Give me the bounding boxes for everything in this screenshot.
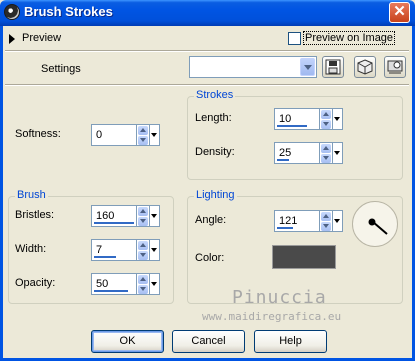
dropdown-arrow-icon[interactable] <box>333 142 343 164</box>
color-label: Color: <box>195 252 225 264</box>
dropdown-arrow-icon[interactable] <box>333 108 343 130</box>
reset-button[interactable] <box>354 56 376 78</box>
checkbox-label[interactable]: Preview on Image <box>303 31 396 45</box>
density-stepper[interactable]: 25 <box>274 142 344 164</box>
decrement-icon[interactable] <box>138 217 148 226</box>
divider <box>5 50 409 52</box>
softness-stepper[interactable]: 0 <box>91 124 161 146</box>
decrement-icon[interactable] <box>138 285 148 294</box>
bristles-label: Bristles: <box>15 209 55 221</box>
length-stepper[interactable]: 10 <box>274 108 344 130</box>
decrement-icon[interactable] <box>321 154 331 163</box>
app-icon <box>4 4 20 20</box>
checkbox-box[interactable] <box>288 31 301 45</box>
close-button[interactable]: ✕ <box>389 2 410 23</box>
cancel-button[interactable]: Cancel <box>172 330 245 353</box>
settings-select[interactable] <box>189 56 317 78</box>
reset-icon <box>357 59 373 75</box>
increment-icon[interactable] <box>138 275 148 284</box>
bristles-stepper[interactable]: 160 <box>91 205 161 227</box>
ok-button[interactable]: OK <box>91 330 164 353</box>
preview-label[interactable]: Preview <box>22 32 61 44</box>
watermark-name: Pinuccia <box>232 287 327 308</box>
strokes-title: Strokes <box>194 89 236 101</box>
increment-icon[interactable] <box>138 241 148 250</box>
angle-stepper[interactable]: 121 <box>274 210 344 232</box>
increment-icon[interactable] <box>321 110 331 119</box>
length-label: Length: <box>195 112 232 124</box>
preview-on-image-checkbox[interactable]: Preview on Image <box>288 31 396 45</box>
softness-label: Softness: <box>15 128 61 140</box>
width-stepper[interactable]: 7 <box>91 239 161 261</box>
decrement-icon[interactable] <box>321 222 331 231</box>
expand-triangle-icon[interactable] <box>9 34 15 44</box>
window-title: Brush Strokes <box>24 4 113 19</box>
dropdown-arrow-icon[interactable] <box>150 273 160 295</box>
brush-title: Brush <box>15 189 48 201</box>
dropdown-arrow-icon[interactable] <box>333 210 343 232</box>
decrement-icon[interactable] <box>138 136 148 145</box>
opacity-stepper[interactable]: 50 <box>91 273 161 295</box>
increment-icon[interactable] <box>321 212 331 221</box>
divider <box>5 84 409 86</box>
dropdown-arrow-icon[interactable] <box>150 205 160 227</box>
save-icon <box>325 59 341 75</box>
increment-icon[interactable] <box>321 144 331 153</box>
watermark-url: www.maidiregrafica.eu <box>202 310 342 323</box>
help-button[interactable]: Help <box>254 330 327 353</box>
title-bar: Brush Strokes ✕ <box>0 0 415 26</box>
decrement-icon[interactable] <box>138 251 148 260</box>
width-label: Width: <box>15 243 47 255</box>
dropdown-arrow-icon[interactable] <box>150 239 160 261</box>
opacity-label: Opacity: <box>15 277 56 289</box>
increment-icon[interactable] <box>138 126 148 135</box>
angle-dial[interactable] <box>352 201 398 247</box>
decrement-icon[interactable] <box>321 120 331 129</box>
dropdown-arrow-icon[interactable] <box>150 124 160 146</box>
dial-pointer-icon <box>368 218 388 235</box>
lighting-color-swatch[interactable] <box>272 245 336 269</box>
angle-label: Angle: <box>195 214 227 226</box>
save-preset-button[interactable] <box>322 56 344 78</box>
chevron-down-icon[interactable] <box>300 58 315 76</box>
randomize-button[interactable] <box>384 56 406 78</box>
settings-label: Settings <box>41 63 81 75</box>
lighting-title: Lighting <box>194 189 237 201</box>
density-label: Density: <box>195 146 235 158</box>
preview-row: Preview Preview on Image <box>6 31 409 47</box>
randomize-icon <box>387 60 403 74</box>
increment-icon[interactable] <box>138 207 148 216</box>
